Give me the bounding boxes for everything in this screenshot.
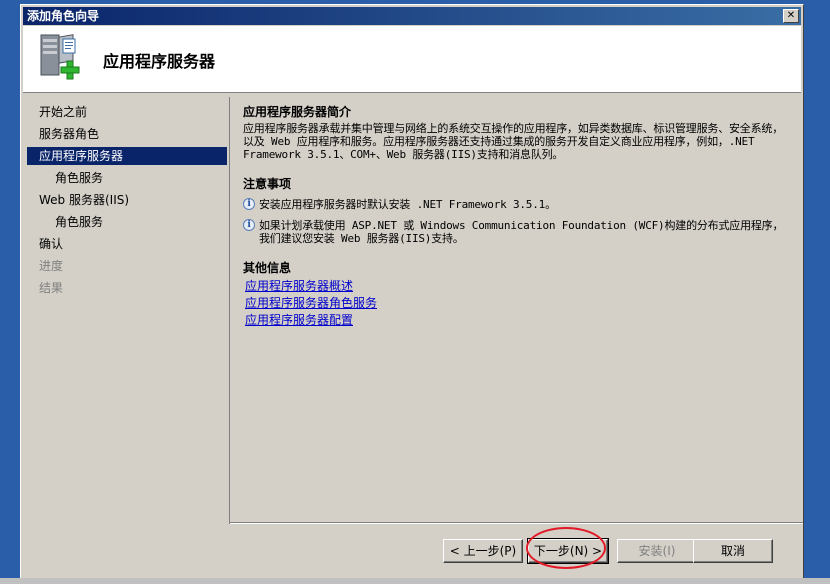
nav-step-app-role-services[interactable]: 角色服务 — [27, 169, 227, 187]
server-add-icon — [40, 34, 80, 80]
note-text: 安装应用程序服务器时默认安装 .NET Framework 3.5.1。 — [259, 198, 556, 211]
intro-text: 应用程序服务器承载并集中管理与网络上的系统交互操作的应用程序，如异类数据库、标识… — [243, 122, 783, 161]
annotation-circle — [526, 527, 606, 569]
note-item: i 如果计划承载使用 ASP.NET 或 Windows Communicati… — [243, 219, 793, 245]
note-item: i 安装应用程序服务器时默认安装 .NET Framework 3.5.1。 — [243, 198, 793, 211]
title-bar[interactable]: 添加角色向导 ✕ — [23, 7, 801, 25]
link-app-server-overview[interactable]: 应用程序服务器概述 — [245, 278, 793, 295]
page-title: 应用程序服务器 — [103, 52, 216, 71]
nav-step-progress: 进度 — [39, 259, 64, 273]
previous-button[interactable]: < 上一步(P) — [443, 539, 523, 563]
taskbar-edge — [0, 578, 830, 584]
content-pane: 应用程序服务器简介 应用程序服务器承载并集中管理与网络上的系统交互操作的应用程序… — [229, 97, 803, 522]
wizard-header: 应用程序服务器 — [23, 26, 801, 93]
close-icon[interactable]: ✕ — [783, 9, 799, 23]
notes-heading: 注意事项 — [243, 177, 292, 191]
intro-heading: 应用程序服务器简介 — [243, 105, 352, 119]
nav-step-results: 结果 — [39, 281, 64, 295]
info-heading: 其他信息 — [243, 261, 292, 275]
button-separator — [230, 522, 803, 524]
nav-step-confirmation[interactable]: 确认 — [27, 235, 227, 253]
info-icon: i — [243, 198, 255, 210]
nav-step-before-you-begin[interactable]: 开始之前 — [27, 103, 227, 121]
desktop-background — [806, 4, 830, 582]
wizard-step-nav: 开始之前 服务器角色 应用程序服务器 角色服务 Web 服务器(IIS) 角色服… — [23, 97, 229, 522]
nav-step-server-roles[interactable]: 服务器角色 — [27, 125, 227, 143]
install-button: 安装(I) — [617, 539, 697, 563]
note-text: 如果计划承载使用 ASP.NET 或 Windows Communication… — [259, 219, 784, 245]
cancel-button[interactable]: 取消 — [693, 539, 773, 563]
info-icon: i — [243, 219, 255, 231]
nav-step-web-role-services[interactable]: 角色服务 — [27, 213, 227, 231]
nav-step-application-server[interactable]: 应用程序服务器 — [27, 147, 227, 165]
link-app-server-role-services[interactable]: 应用程序服务器角色服务 — [245, 295, 793, 312]
nav-step-web-server[interactable]: Web 服务器(IIS) — [27, 191, 227, 209]
window-title: 添加角色向导 — [27, 9, 100, 23]
add-roles-wizard-window: 添加角色向导 ✕ 应用程序服务器 开始之前 服务器角色 应用程序服务器 角色服务… — [20, 4, 804, 582]
link-app-server-configuration[interactable]: 应用程序服务器配置 — [245, 312, 793, 329]
